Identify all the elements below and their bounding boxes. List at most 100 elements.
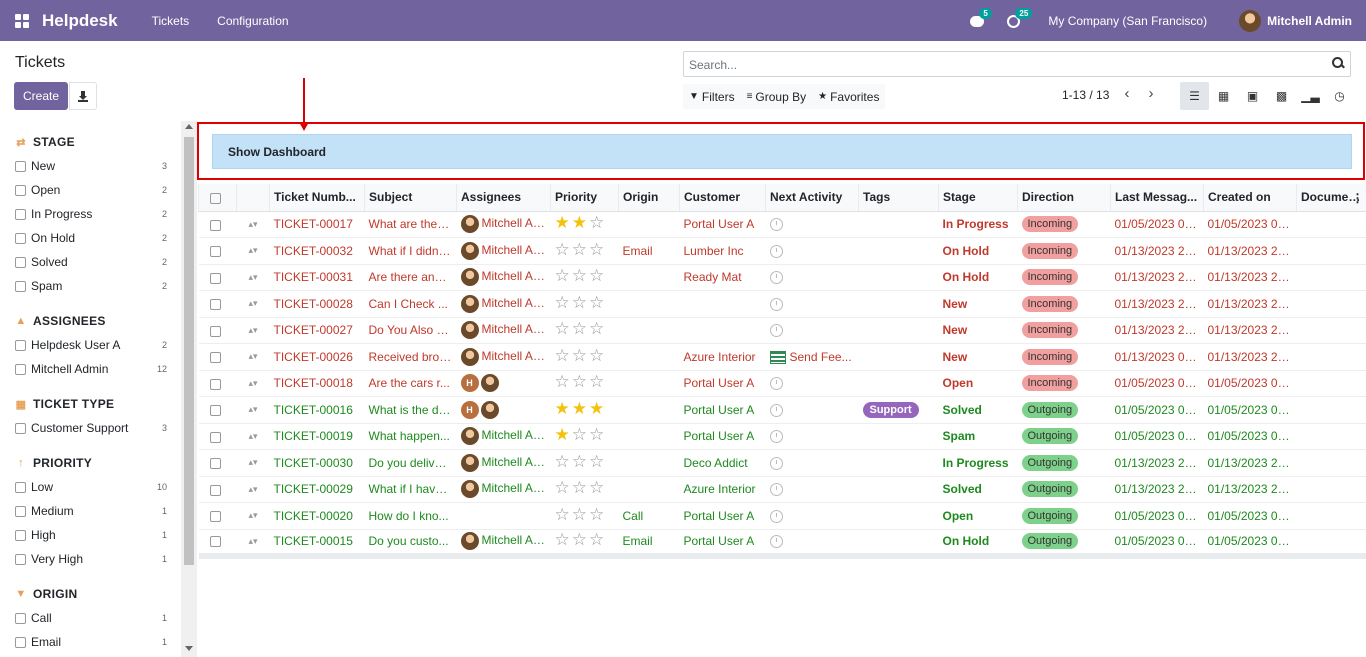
graph-view-icon[interactable]: ▁▃ — [1296, 82, 1325, 110]
filter-item[interactable]: On Hold 2 — [15, 226, 181, 250]
priority-cell[interactable]: ☆☆☆ — [550, 290, 619, 318]
show-dashboard-button[interactable]: Show Dashboard — [212, 134, 1352, 169]
row-checkbox[interactable] — [209, 458, 221, 470]
filter-checkbox[interactable] — [15, 529, 26, 541]
page-title[interactable]: Tickets — [15, 54, 65, 72]
priority-stars[interactable]: ☆☆☆ — [555, 372, 607, 391]
table-row[interactable]: ▴▾ TICKET-00026 Received brok... Mitchell A… — [198, 343, 1366, 371]
star-empty-icon[interactable]: ☆ — [589, 530, 606, 549]
star-empty-icon[interactable]: ☆ — [589, 478, 606, 497]
assignees-cell[interactable]: Mitchell Admi — [456, 423, 551, 450]
star-empty-icon[interactable]: ☆ — [589, 425, 606, 444]
priority-cell[interactable]: ☆☆☆ — [550, 343, 619, 371]
search-input[interactable]: Search... — [683, 51, 1351, 77]
activity-clock-icon[interactable] — [769, 456, 783, 470]
priority-cell[interactable]: ☆☆☆ — [550, 502, 619, 530]
column-header[interactable]: Last Messag... — [1110, 184, 1204, 212]
assignees-cell[interactable] — [456, 502, 551, 530]
row-checkbox[interactable] — [209, 511, 221, 523]
filter-checkbox[interactable] — [15, 422, 26, 434]
column-header[interactable]: Customer — [679, 184, 766, 212]
star-empty-icon[interactable]: ☆ — [589, 319, 606, 338]
filter-item[interactable]: Call 1 — [15, 606, 181, 630]
priority-cell[interactable]: ☆☆☆ — [550, 476, 619, 503]
column-header[interactable]: Next Activity — [765, 184, 859, 212]
next-activity-cell[interactable] — [765, 449, 859, 477]
assignees-cell[interactable]: Mitchell Admi — [456, 529, 551, 559]
assignees-cell[interactable]: Mitchell Admi — [456, 449, 551, 477]
assignees-cell[interactable]: Mitchell Admi — [456, 343, 551, 371]
activity-clock-icon[interactable] — [769, 244, 783, 258]
star-empty-icon[interactable]: ☆ — [555, 452, 572, 471]
row-select-cell[interactable] — [198, 211, 237, 238]
filter-checkbox[interactable] — [15, 184, 26, 196]
filters-toggle[interactable]: ▼ Filters — [683, 90, 741, 104]
drag-handle-icon[interactable]: ▴▾ — [236, 529, 270, 559]
scroll-thumb[interactable] — [184, 137, 194, 565]
star-empty-icon[interactable]: ☆ — [555, 372, 572, 391]
next-activity-cell[interactable] — [765, 317, 859, 344]
select-all-cell[interactable] — [198, 184, 237, 212]
filter-item[interactable]: Customer Support 3 — [15, 416, 181, 440]
star-empty-icon[interactable]: ☆ — [572, 240, 589, 259]
group-by-toggle[interactable]: ≡ Group By — [741, 90, 813, 104]
star-filled-icon[interactable]: ★ — [555, 213, 572, 232]
row-checkbox[interactable] — [209, 219, 221, 231]
star-empty-icon[interactable]: ☆ — [589, 372, 606, 391]
filter-item[interactable]: Spam 2 — [15, 274, 181, 298]
star-empty-icon[interactable]: ☆ — [555, 319, 572, 338]
star-empty-icon[interactable]: ☆ — [555, 478, 572, 497]
row-select-cell[interactable] — [198, 476, 237, 503]
pivot-view-icon[interactable]: ▩ — [1267, 82, 1296, 110]
row-select-cell[interactable] — [198, 423, 237, 450]
column-header[interactable]: Assignees — [456, 184, 551, 212]
next-activity-cell[interactable]: Send Fee... — [765, 343, 859, 371]
star-empty-icon[interactable]: ☆ — [572, 478, 589, 497]
select-all-checkbox[interactable] — [210, 192, 221, 204]
star-empty-icon[interactable]: ☆ — [555, 346, 572, 365]
table-row[interactable]: ▴▾ TICKET-00015 Do you custo... Mitchell Ad… — [198, 529, 1366, 559]
row-select-cell[interactable] — [198, 396, 237, 424]
row-checkbox[interactable] — [209, 272, 221, 284]
priority-cell[interactable]: ★★★ — [550, 396, 619, 424]
column-header[interactable]: Priority — [550, 184, 619, 212]
star-empty-icon[interactable]: ☆ — [555, 266, 572, 285]
row-select-cell[interactable] — [198, 502, 237, 530]
row-select-cell[interactable] — [198, 529, 237, 559]
assignees-cell[interactable]: Mitchell Admi — [456, 290, 551, 318]
list-view-icon[interactable]: ☰ — [1180, 82, 1209, 110]
row-select-cell[interactable] — [198, 264, 237, 291]
apps-menu-icon[interactable] — [15, 13, 29, 28]
pager-value[interactable]: 1-13 / 13 — [1062, 88, 1109, 102]
priority-stars[interactable]: ☆☆☆ — [555, 530, 607, 549]
row-checkbox[interactable] — [209, 325, 221, 337]
activity-clock-icon[interactable] — [769, 324, 783, 338]
calendar-view-icon[interactable]: ▣ — [1238, 82, 1267, 110]
star-empty-icon[interactable]: ☆ — [589, 213, 606, 232]
star-empty-icon[interactable]: ☆ — [589, 505, 606, 524]
drag-handle-icon[interactable]: ▴▾ — [236, 476, 270, 503]
row-select-cell[interactable] — [198, 317, 237, 344]
next-activity-cell[interactable] — [765, 476, 859, 503]
filter-checkbox[interactable] — [15, 636, 26, 648]
star-filled-icon[interactable]: ★ — [589, 399, 606, 418]
pager-next-icon[interactable]: › — [1141, 85, 1161, 105]
column-header[interactable]: Created on — [1203, 184, 1297, 212]
filter-checkbox[interactable] — [15, 481, 26, 493]
star-empty-icon[interactable]: ☆ — [555, 240, 572, 259]
priority-stars[interactable]: ☆☆☆ — [555, 452, 607, 471]
table-row[interactable]: ▴▾ TICKET-00031 Are there any ... Mitchell … — [198, 264, 1366, 291]
table-row[interactable]: ▴▾ TICKET-00027 Do You Also P... Mitchell A… — [198, 317, 1366, 344]
row-select-cell[interactable] — [198, 370, 237, 397]
activity-clock-icon[interactable] — [769, 403, 783, 417]
priority-stars[interactable]: ★★★ — [555, 399, 607, 418]
star-empty-icon[interactable]: ☆ — [589, 266, 606, 285]
row-checkbox[interactable] — [209, 536, 221, 548]
next-activity-cell[interactable] — [765, 529, 859, 559]
next-activity-cell[interactable] — [765, 423, 859, 450]
filter-item[interactable]: Open 2 — [15, 178, 181, 202]
star-filled-icon[interactable]: ★ — [572, 399, 589, 418]
table-row[interactable]: ▴▾ TICKET-00018 Are the cars r... H ☆☆☆ Porta… — [198, 370, 1366, 397]
filter-checkbox[interactable] — [15, 232, 26, 244]
activity-clock-icon[interactable] — [769, 218, 783, 232]
